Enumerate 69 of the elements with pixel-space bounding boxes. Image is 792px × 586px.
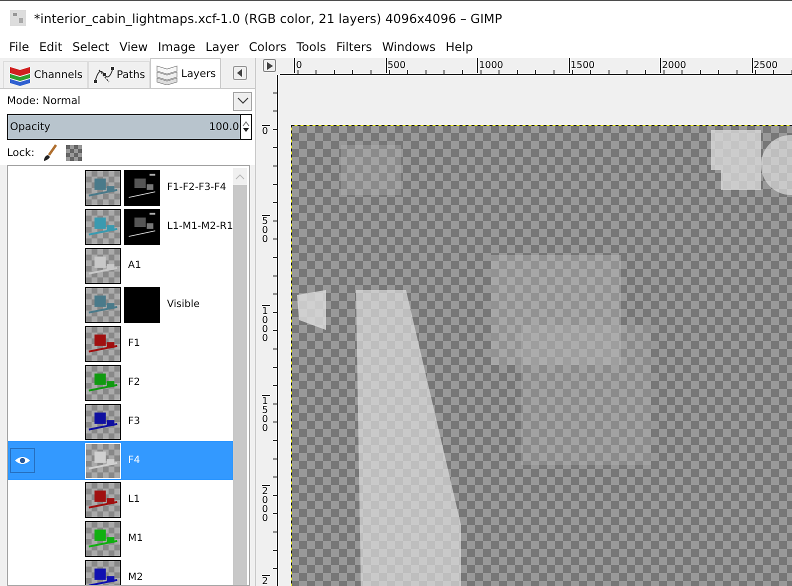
- ruler-label: 1500: [568, 58, 595, 73]
- chevron-down-icon: [236, 97, 248, 105]
- menu-item[interactable]: Layer: [200, 40, 244, 54]
- dock-tab[interactable]: Channels: [3, 61, 88, 88]
- dropdown-button[interactable]: [233, 92, 252, 110]
- layer-row[interactable]: L1-M1-M2-R1: [8, 207, 234, 246]
- layer-thumbnail: [85, 208, 121, 244]
- spin-arrows-icon: [242, 121, 250, 133]
- layer-row[interactable]: A1: [8, 246, 234, 285]
- menu-item[interactable]: View: [114, 40, 153, 54]
- checkerboard-icon[interactable]: [66, 145, 82, 161]
- mode-label: Mode: Normal: [7, 95, 80, 107]
- layer-thumbnail: [85, 248, 121, 284]
- layer-mask-thumbnail: [124, 286, 160, 322]
- menu-item[interactable]: File: [4, 40, 34, 54]
- paintbrush-icon[interactable]: [42, 144, 58, 162]
- ruler-label: 0: [262, 125, 270, 136]
- layer-thumbnail: [85, 482, 121, 518]
- dock-menu-button[interactable]: [233, 66, 247, 80]
- ruler-label: 2000: [660, 58, 686, 73]
- left-triangle-icon: [236, 69, 244, 77]
- dock-tab[interactable]: Layers: [150, 58, 221, 88]
- layer-thumbnail: [85, 364, 121, 400]
- menu-item[interactable]: Image: [152, 40, 200, 54]
- stacked-sheets-icon: [155, 62, 180, 84]
- ruler-label: 2500: [752, 58, 778, 73]
- menu-item[interactable]: Colors: [244, 40, 292, 54]
- layer-row[interactable]: L1: [8, 480, 234, 519]
- layer-row[interactable]: F1: [8, 324, 234, 363]
- ruler-label: 1500: [262, 395, 270, 433]
- menu-item[interactable]: Filters: [331, 40, 378, 54]
- menu-arrow-button[interactable]: [263, 59, 276, 72]
- menu-item[interactable]: Edit: [34, 40, 68, 54]
- layer-thumbnail: [85, 286, 121, 322]
- eye-icon[interactable]: [10, 448, 35, 473]
- opacity-field[interactable]: Opacity 100.0: [7, 114, 241, 140]
- image-thumbnail-icon: [10, 10, 26, 26]
- lock-label: Lock:: [7, 147, 34, 159]
- ruler-label: 1000: [477, 58, 504, 73]
- spin-button[interactable]: [241, 114, 252, 140]
- layer-row[interactable]: Visible: [8, 285, 234, 324]
- ruler-label: 1000: [262, 305, 270, 343]
- layer-mask-thumbnail: [124, 170, 160, 206]
- menu-item[interactable]: Select: [67, 40, 114, 54]
- layer-row[interactable]: F3: [8, 402, 234, 441]
- window-title: *interior_cabin_lightmaps.xcf-1.0 (RGB color, 21 layers) 4096x4096 – GIMP: [34, 10, 502, 26]
- scrollbar-thumb[interactable]: [233, 185, 247, 585]
- menu-item[interactable]: Tools: [292, 40, 332, 54]
- stacked-layers-icon: [8, 64, 32, 86]
- right-triangle-icon: [266, 62, 274, 70]
- layer-mask-thumbnail: [124, 208, 160, 244]
- layer-thumbnail: [85, 520, 121, 556]
- menu-item[interactable]: Windows: [377, 40, 441, 54]
- layer-row[interactable]: F1-F2-F3-F4: [8, 168, 234, 207]
- path-nodes-icon: [92, 64, 115, 86]
- layer-thumbnail: [85, 404, 121, 440]
- layer-row[interactable]: F2: [8, 363, 234, 402]
- menu-item[interactable]: Help: [440, 40, 478, 54]
- ruler-label: 0: [294, 58, 302, 73]
- layer-row[interactable]: M1: [8, 519, 234, 558]
- ruler-label: 500: [386, 58, 406, 73]
- layer-thumbnail: [85, 442, 121, 478]
- layer-row[interactable]: M2: [8, 558, 234, 585]
- layer-thumbnail: [85, 326, 121, 362]
- dock-tab[interactable]: Paths: [88, 61, 150, 88]
- ruler-label: 2: [262, 575, 270, 586]
- layer-thumbnail: [85, 170, 121, 206]
- ruler-label: 2000: [262, 485, 270, 523]
- ruler-label: 500: [262, 215, 270, 244]
